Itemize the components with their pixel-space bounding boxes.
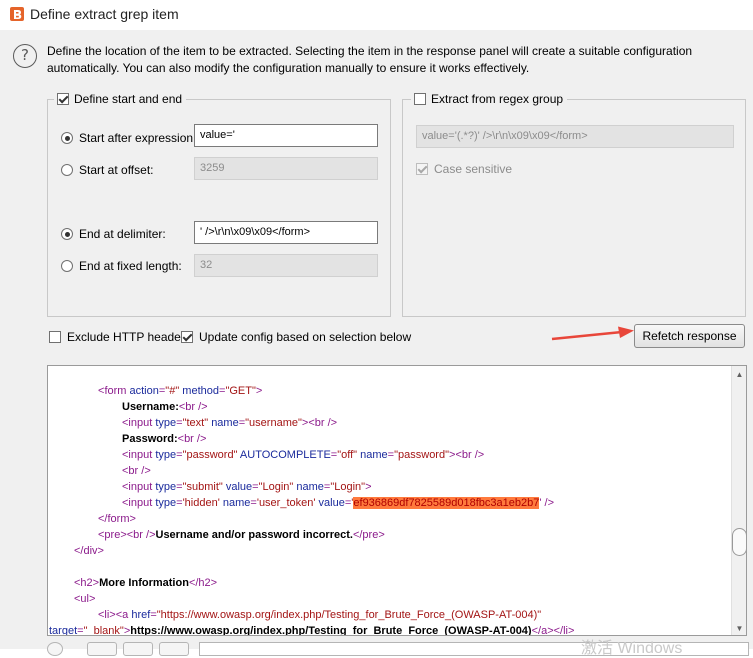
- code-line: <input type="text" name="username"><br /…: [122, 417, 338, 429]
- code-line: <form action="#" method="GET">: [98, 385, 263, 397]
- scroll-up-icon[interactable]: ▲: [734, 369, 745, 380]
- burp-suite-icon: [10, 7, 24, 21]
- refetch-response-button[interactable]: Refetch response: [634, 324, 745, 348]
- annotation-arrow: [551, 326, 634, 341]
- end-at-delimiter-label: End at delimiter:: [79, 227, 166, 241]
- define-start-end-legend[interactable]: Define start and end: [54, 92, 187, 106]
- help-button[interactable]: [47, 642, 63, 656]
- help-icon[interactable]: ?: [13, 44, 37, 68]
- define-start-end-checkbox[interactable]: [57, 93, 69, 105]
- define-start-end-label: Define start and end: [74, 92, 183, 106]
- dialog-body: ? Define the location of the item to be …: [0, 30, 753, 657]
- regex-pattern-input[interactable]: value='(.*?)' />\r\n\x09\x09</form>: [416, 125, 734, 148]
- vertical-scrollbar[interactable]: ▲ ▼: [731, 366, 746, 635]
- nav-next-button[interactable]: [159, 642, 189, 656]
- start-at-offset-radio[interactable]: [61, 164, 73, 176]
- regex-group-label: Extract from regex group: [431, 92, 564, 106]
- code-line: </div>: [74, 545, 104, 557]
- start-after-expression-radio[interactable]: [61, 132, 73, 144]
- code-line: <li><a href="https://www.owasp.org/index…: [98, 609, 542, 621]
- end-at-delimiter-radio[interactable]: [61, 228, 73, 240]
- nav-back-button[interactable]: [87, 642, 117, 656]
- end-at-fixed-length-option[interactable]: End at fixed length:: [61, 259, 182, 273]
- define-start-end-group: Define start and end Start after express…: [47, 92, 391, 317]
- exclude-http-headers-option[interactable]: Exclude HTTP headers: [49, 330, 191, 344]
- case-sensitive-option[interactable]: Case sensitive: [416, 162, 512, 176]
- code-line: <input type="submit" value="Login" name=…: [122, 481, 372, 493]
- code-line: target="_blank">https://www.owasp.org/in…: [49, 625, 575, 636]
- code-line: <ul>: [74, 593, 96, 605]
- start-at-offset-input[interactable]: 3259: [194, 157, 378, 180]
- end-at-delimiter-input[interactable]: ' />\r\n\x09\x09</form>: [194, 221, 378, 244]
- response-panel[interactable]: <form action="#" method="GET"> Username:…: [47, 365, 747, 636]
- start-after-expression-input[interactable]: value=': [194, 124, 378, 147]
- regex-group-legend[interactable]: Extract from regex group: [411, 92, 568, 106]
- update-config-option[interactable]: Update config based on selection below: [181, 330, 411, 344]
- scrollbar-thumb[interactable]: [732, 528, 746, 556]
- selected-token-highlight[interactable]: ef936869df7825589d018fbc3a1eb2b7: [353, 497, 540, 509]
- exclude-http-headers-checkbox[interactable]: [49, 331, 61, 343]
- start-at-offset-option[interactable]: Start at offset:: [61, 163, 153, 177]
- end-at-delimiter-option[interactable]: End at delimiter:: [61, 227, 166, 241]
- exclude-http-headers-label: Exclude HTTP headers: [67, 330, 191, 344]
- description-text: Define the location of the item to be ex…: [47, 44, 693, 75]
- update-config-label: Update config based on selection below: [199, 330, 412, 344]
- start-at-offset-label: Start at offset:: [79, 163, 154, 177]
- end-at-fixed-length-radio[interactable]: [61, 260, 73, 272]
- code-line: <input type="password" AUTOCOMPLETE="off…: [122, 449, 485, 461]
- code-line: <input type='hidden' name='user_token' v…: [122, 497, 554, 509]
- code-line: Username:<br />: [122, 401, 208, 413]
- end-at-fixed-length-label: End at fixed length:: [79, 259, 182, 273]
- code-line: <h2>More Information</h2>: [74, 577, 218, 589]
- start-after-expression-label: Start after expression:: [79, 131, 197, 145]
- regex-group: Extract from regex group value='(.*?)' /…: [402, 92, 746, 317]
- title-bar: Define extract grep item: [0, 0, 753, 30]
- case-sensitive-label: Case sensitive: [434, 162, 513, 176]
- windows-watermark: 激活 Windows: [581, 640, 683, 657]
- code-line: Password:<br />: [122, 433, 207, 445]
- nav-forward-button[interactable]: [123, 642, 153, 656]
- start-after-expression-option[interactable]: Start after expression:: [61, 131, 196, 145]
- scroll-down-icon[interactable]: ▼: [734, 623, 745, 634]
- regex-group-checkbox[interactable]: [414, 93, 426, 105]
- response-code[interactable]: <form action="#" method="GET"> Username:…: [48, 366, 732, 636]
- code-line: <br />: [122, 465, 151, 477]
- code-line: <pre><br />Username and/or password inco…: [98, 529, 385, 541]
- end-at-fixed-length-input[interactable]: 32: [194, 254, 378, 277]
- window-title: Define extract grep item: [30, 6, 179, 22]
- code-line: </form>: [98, 513, 136, 525]
- update-config-checkbox[interactable]: [181, 331, 193, 343]
- case-sensitive-checkbox[interactable]: [416, 163, 428, 175]
